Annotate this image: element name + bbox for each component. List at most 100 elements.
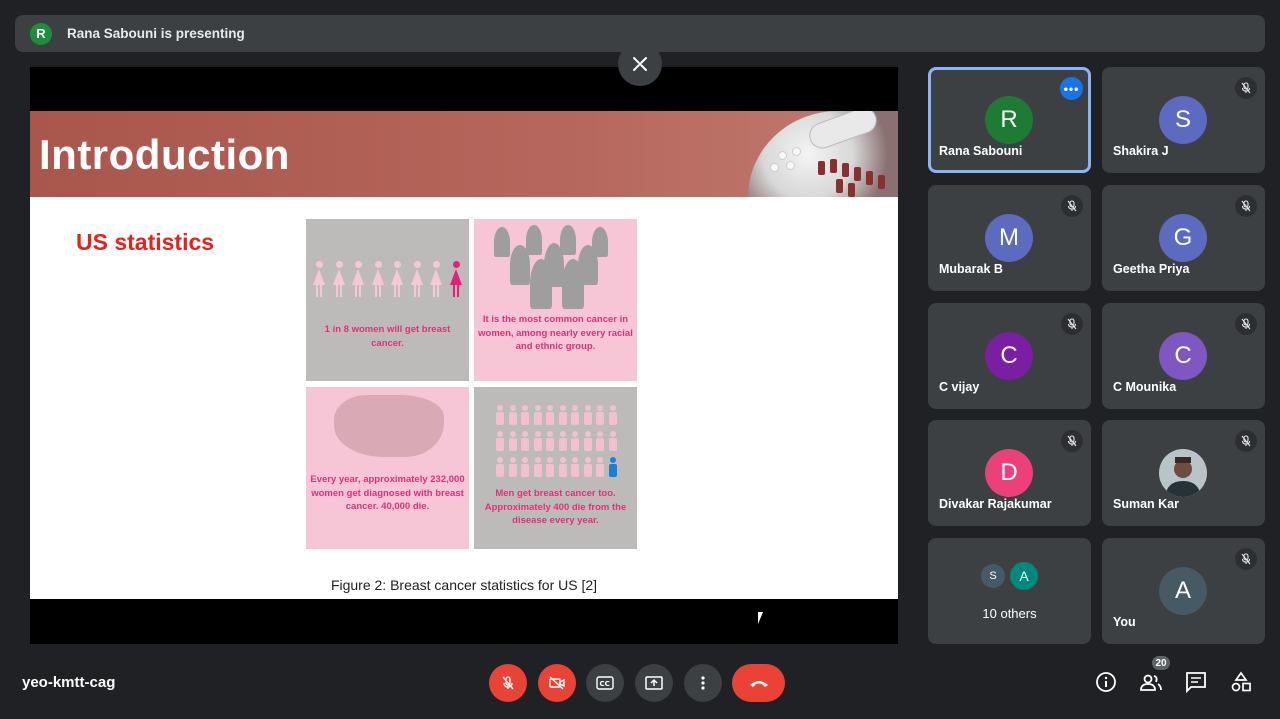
activities-button[interactable] [1228, 669, 1254, 695]
person-figure-icon [583, 431, 592, 451]
participant-tile[interactable]: A You [1102, 538, 1265, 644]
panel-text: 1 in 8 women will get breast cancer. [324, 324, 451, 349]
mic-off-icon [502, 676, 514, 690]
muted-indicator [1235, 77, 1257, 99]
crowd-figure-icon [562, 259, 584, 309]
pills-image [748, 111, 898, 197]
crowd-figure-icon [510, 245, 530, 285]
slide-banner: Introduction [30, 111, 898, 197]
participant-name: Geetha Priya [1113, 262, 1190, 276]
chat-icon [1186, 672, 1206, 693]
woman-figure-icon [410, 261, 424, 297]
captions-button[interactable]: CC [586, 664, 624, 702]
person-figure-icon [533, 431, 542, 451]
participant-tile[interactable]: CC Mounika [1102, 303, 1265, 409]
camera-toggle-button[interactable] [538, 664, 576, 702]
person-figure-icon [546, 457, 554, 477]
participant-count-badge: 20 [1151, 655, 1171, 671]
participant-avatar: R [985, 96, 1033, 144]
panel-text: Men get breast cancer too. Approximately… [484, 488, 627, 526]
person-figure-icon [508, 431, 517, 451]
slide: Introduction US statistics 1 in 8 women … [30, 111, 898, 599]
person-figure-icon [496, 405, 504, 425]
person-figure-icon [521, 457, 529, 477]
participant-photo [1159, 449, 1207, 497]
participant-avatar: A [1159, 567, 1207, 615]
participant-tile[interactable]: C C vijay [928, 303, 1091, 409]
person-figure-icon [533, 405, 542, 425]
infographic-panel-crowd: It is the most common cancer in women, a… [474, 219, 637, 381]
participant-avatar: G [1159, 214, 1207, 262]
participant-name: Rana Sabouni [939, 144, 1023, 158]
participant-more-options-button[interactable]: ••• [1060, 77, 1083, 100]
participant-tile[interactable]: R ••• Rana Sabouni [928, 67, 1091, 173]
woman-figure-icon [449, 261, 463, 297]
infographic-panel-men: Men get breast cancer too. Approximately… [474, 387, 637, 549]
person-figure-icon [558, 431, 567, 451]
woman-figure-icon [312, 261, 326, 297]
others-label: 10 others [982, 606, 1037, 621]
leave-call-button[interactable] [732, 664, 785, 702]
chat-button[interactable] [1183, 669, 1209, 695]
presentation-stage: Introduction US statistics 1 in 8 women … [30, 67, 898, 644]
panel-text: Every year, approximately 232,000 women … [310, 474, 465, 512]
participant-name: You [1113, 615, 1136, 629]
others-tile[interactable]: S A 10 others [928, 538, 1091, 644]
bottom-bar: yeo-kmtt-cag CC 20 [0, 650, 1280, 719]
participant-tile[interactable]: M Mubarak B [928, 185, 1091, 291]
hang-up-icon [749, 681, 768, 687]
panel-text: It is the most common cancer in women, a… [478, 314, 633, 352]
crowd-figure-icon [530, 259, 552, 309]
participant-avatar: C [1159, 332, 1207, 380]
slide-title: Introduction [39, 131, 290, 178]
presenting-text: Rana Sabouni is presenting [67, 26, 245, 41]
person-figure-icon [608, 405, 617, 425]
person-figure-icon [546, 431, 554, 451]
mic-off-icon [1067, 200, 1077, 212]
mic-off-icon [1241, 82, 1251, 94]
present-now-button[interactable] [635, 664, 673, 702]
person-figure-icon [608, 431, 617, 451]
participant-tile[interactable]: Suman Kar [1102, 420, 1265, 526]
participant-tile[interactable]: D Divakar Rajakumar [928, 420, 1091, 526]
meeting-code: yeo-kmtt-cag [22, 674, 116, 691]
person-figure-icon [596, 431, 604, 451]
participant-avatar: D [985, 449, 1033, 497]
figure-caption: Figure 2: Breast cancer statistics for U… [330, 577, 598, 593]
participant-name: C vijay [939, 380, 980, 394]
microphone-toggle-button[interactable] [489, 664, 527, 702]
muted-indicator [1061, 313, 1083, 335]
person-figure-icon [596, 457, 604, 477]
participant-tile[interactable]: G Geetha Priya [1102, 185, 1265, 291]
person-figure-icon [533, 457, 542, 477]
muted-indicator [1061, 195, 1083, 217]
meeting-details-button[interactable] [1093, 669, 1119, 695]
mouse-cursor [758, 612, 763, 624]
person-figure-icon [558, 457, 567, 477]
person-figure-icon [508, 457, 517, 477]
participant-name: Shakira J [1113, 144, 1169, 158]
participant-name: Suman Kar [1113, 497, 1179, 511]
participant-name: Mubarak B [939, 262, 1003, 276]
person-figure-icon [571, 405, 579, 425]
person-figure-icon [583, 405, 592, 425]
person-figure-icon [521, 431, 529, 451]
person-figure-icon [496, 431, 504, 451]
participant-tile[interactable]: S Shakira J [1102, 67, 1265, 173]
muted-indicator [1061, 430, 1083, 452]
infographic-grid: 1 in 8 women will get breast cancer. It … [306, 219, 637, 549]
more-options-button[interactable] [684, 664, 722, 702]
woman-figure-icon [390, 261, 404, 297]
others-avatar: A [1008, 560, 1040, 592]
people-button[interactable] [1138, 669, 1164, 695]
person-figure-icon [508, 405, 517, 425]
infographic-panel-women: 1 in 8 women will get breast cancer. [306, 219, 469, 381]
infographic-panel-map: Every year, approximately 232,000 women … [306, 387, 469, 549]
close-presentation-button[interactable] [618, 42, 662, 86]
person-figure-icon [546, 405, 554, 425]
present-screen-icon [645, 676, 663, 690]
person-figure-icon [496, 457, 504, 477]
mic-off-icon [1241, 318, 1251, 330]
participant-avatar: C [985, 332, 1033, 380]
participant-name: C Mounika [1113, 380, 1177, 394]
